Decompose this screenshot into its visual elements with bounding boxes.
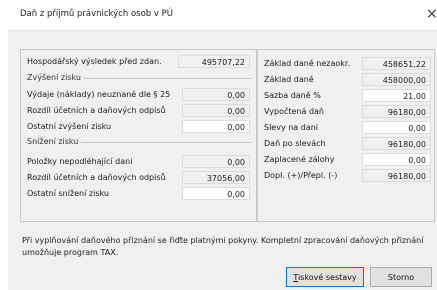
tiskove-sestavy-label: iskové sestavy (298, 273, 357, 282)
snizeni-row-label: Rozdíl účetních a daňových odpisů (27, 173, 166, 182)
dan-po-slevach-label: Daň po slevách (264, 139, 326, 148)
zvyseni-header: Zvýšení zisku (27, 73, 84, 82)
snizeni-row-value: 0,00 (182, 155, 250, 168)
dan-po-slevach-field: 96180,00 (362, 137, 431, 150)
dialog-body: Hospodářský výsledek před zdan. 495707,2… (8, 30, 437, 290)
doplatek-preplatek-label: Dopl. (+)/Přepl. (-) (264, 171, 338, 180)
ostatni-zvyseni-input[interactable]: 0,00 (182, 120, 250, 133)
sazba-dane-input[interactable]: 21,00 (362, 89, 431, 102)
sazba-dane-label: Sazba daně % (264, 91, 321, 100)
storno-button[interactable]: Storno (370, 267, 432, 287)
zvyseni-row-label: Rozdíl účetních a daňových odpisů (27, 106, 166, 115)
slevy-na-dani-input[interactable]: 0,00 (362, 121, 431, 134)
zvyseni-row-value: 0,00 (182, 88, 250, 101)
zvyseni-row-label: Ostatní zvýšení zisku (27, 122, 112, 131)
zaklad-dane-nezaokr-label: Základ daně nezaokr. (264, 59, 350, 68)
hospodarsky-vysledek-field: 495707,22 (178, 55, 250, 68)
title-bar: Daň z příjmů právnických osob v PÚ × (0, 0, 437, 30)
snizeni-header: Snížení zisku (27, 137, 82, 146)
zaklad-dane-field: 458000,00 (362, 73, 431, 86)
right-panel: Základ daně nezaokr. 458651,22 Základ da… (257, 49, 435, 222)
zaklad-dane-label: Základ daně (264, 75, 314, 84)
vypoctena-dan-field: 96180,00 (362, 105, 431, 118)
zaklad-dane-nezaokr-field: 458651,22 (362, 57, 431, 70)
zaplacene-zalohy-input[interactable]: 0,00 (362, 153, 431, 166)
left-panel: Hospodářský výsledek před zdan. 495707,2… (20, 49, 257, 222)
ostatni-snizeni-input[interactable]: 0,00 (182, 187, 250, 200)
snizeni-row-label: Ostatní snížení zisku (27, 189, 109, 198)
snizeni-row-value: 37056,00 (182, 171, 250, 184)
doplatek-preplatek-field: 96180,00 (362, 169, 431, 182)
info-text: Při vyplňování daňového přiznání se řiďt… (22, 236, 424, 257)
zvyseni-row-value: 0,00 (182, 104, 250, 117)
close-icon[interactable]: × (426, 5, 437, 23)
zvyseni-row-label: Výdaje (náklady) neuznané dle § 25 (27, 90, 171, 99)
tiskove-sestavy-button[interactable]: Tiskové sestavy (286, 267, 364, 287)
vypoctena-dan-label: Vypočtená daň (264, 107, 324, 116)
hospodarsky-vysledek-label: Hospodářský výsledek před zdan. (27, 57, 162, 66)
zaplacene-zalohy-label: Zaplacené zálohy (264, 155, 335, 164)
snizeni-row-label: Položky nepodléhající dani (27, 157, 133, 166)
slevy-na-dani-label: Slevy na dani (264, 123, 319, 132)
window-title: Daň z příjmů právnických osob v PÚ (20, 9, 173, 19)
